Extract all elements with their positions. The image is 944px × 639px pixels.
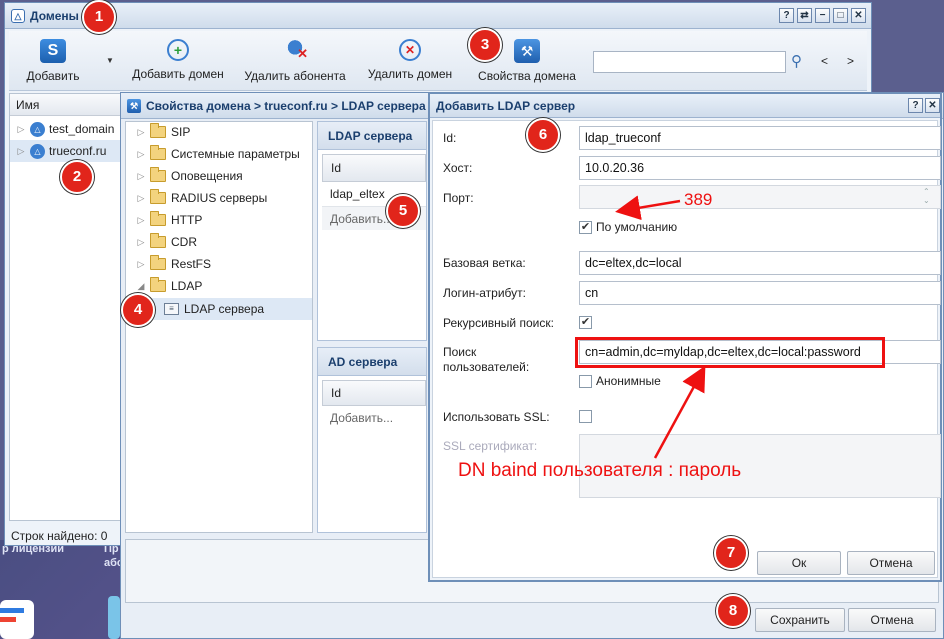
port-arrow [615, 195, 681, 221]
dn-arrow [653, 365, 706, 459]
port-note: 389 [684, 190, 713, 209]
step-badge: 1 [82, 0, 116, 34]
step-badge: 2 [60, 160, 94, 194]
step-badge: 4 [121, 293, 155, 327]
step-badge: 5 [386, 194, 420, 228]
dn-note: DN baind пользователя : пароль [458, 460, 742, 481]
step-badge: 3 [468, 28, 502, 62]
step-badge: 7 [714, 536, 748, 570]
step-badge: 6 [526, 118, 560, 152]
step-badge: 8 [716, 594, 750, 628]
